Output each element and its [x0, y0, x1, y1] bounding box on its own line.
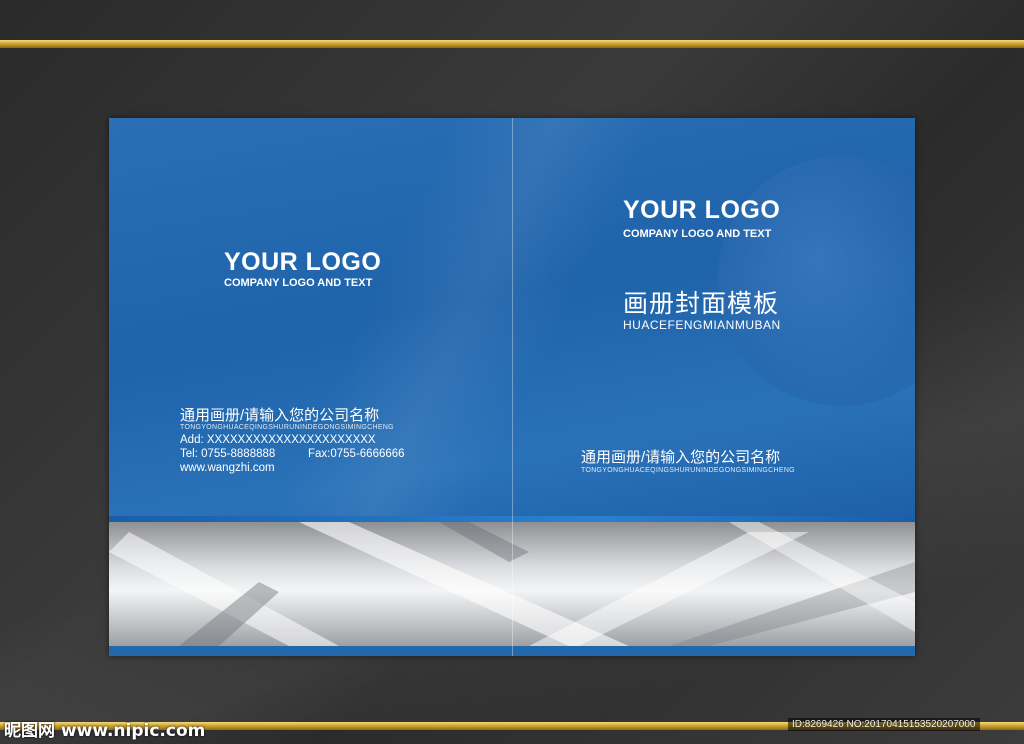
address: Add: XXXXXXXXXXXXXXXXXXXXXX: [180, 434, 376, 446]
left-logo-sub: COMPANY LOGO AND TEXT: [224, 277, 373, 289]
fax: Fax:0755-6666666: [308, 448, 405, 460]
left-company-name: 通用画册/请输入您的公司名称: [180, 407, 380, 424]
page: { "left_panel": { "logo": "YOUR LOGO", "…: [0, 0, 1024, 744]
left-company-pinyin: TONGYONGHUACEQINGSHURUNINDEGONGSIMINGCHE…: [180, 424, 394, 431]
left-logo: YOUR LOGO: [224, 248, 382, 276]
watermark-site: 昵图网 www.nipic.com: [4, 721, 206, 741]
right-logo-sub: COMPANY LOGO AND TEXT: [623, 228, 772, 240]
cover-title: 画册封面模板: [623, 290, 780, 318]
brochure-cover: YOUR LOGO COMPANY LOGO AND TEXT 通用画册/请输入…: [109, 118, 915, 656]
spine-fold-line: [512, 118, 513, 656]
watermark-id: ID:8269426 NO:20170415153520207000: [788, 718, 980, 731]
website: www.wangzhi.com: [180, 462, 275, 474]
telephone: Tel: 0755-8888888: [180, 448, 276, 460]
cover-title-pinyin: HUACEFENGMIANMUBAN: [623, 318, 781, 332]
right-company-name: 通用画册/请输入您的公司名称: [581, 449, 781, 466]
right-company-pinyin: TONGYONGHUACEQINGSHURUNINDEGONGSIMINGCHE…: [581, 467, 795, 474]
gold-stripe-top: [0, 40, 1024, 48]
right-logo: YOUR LOGO: [623, 196, 781, 224]
